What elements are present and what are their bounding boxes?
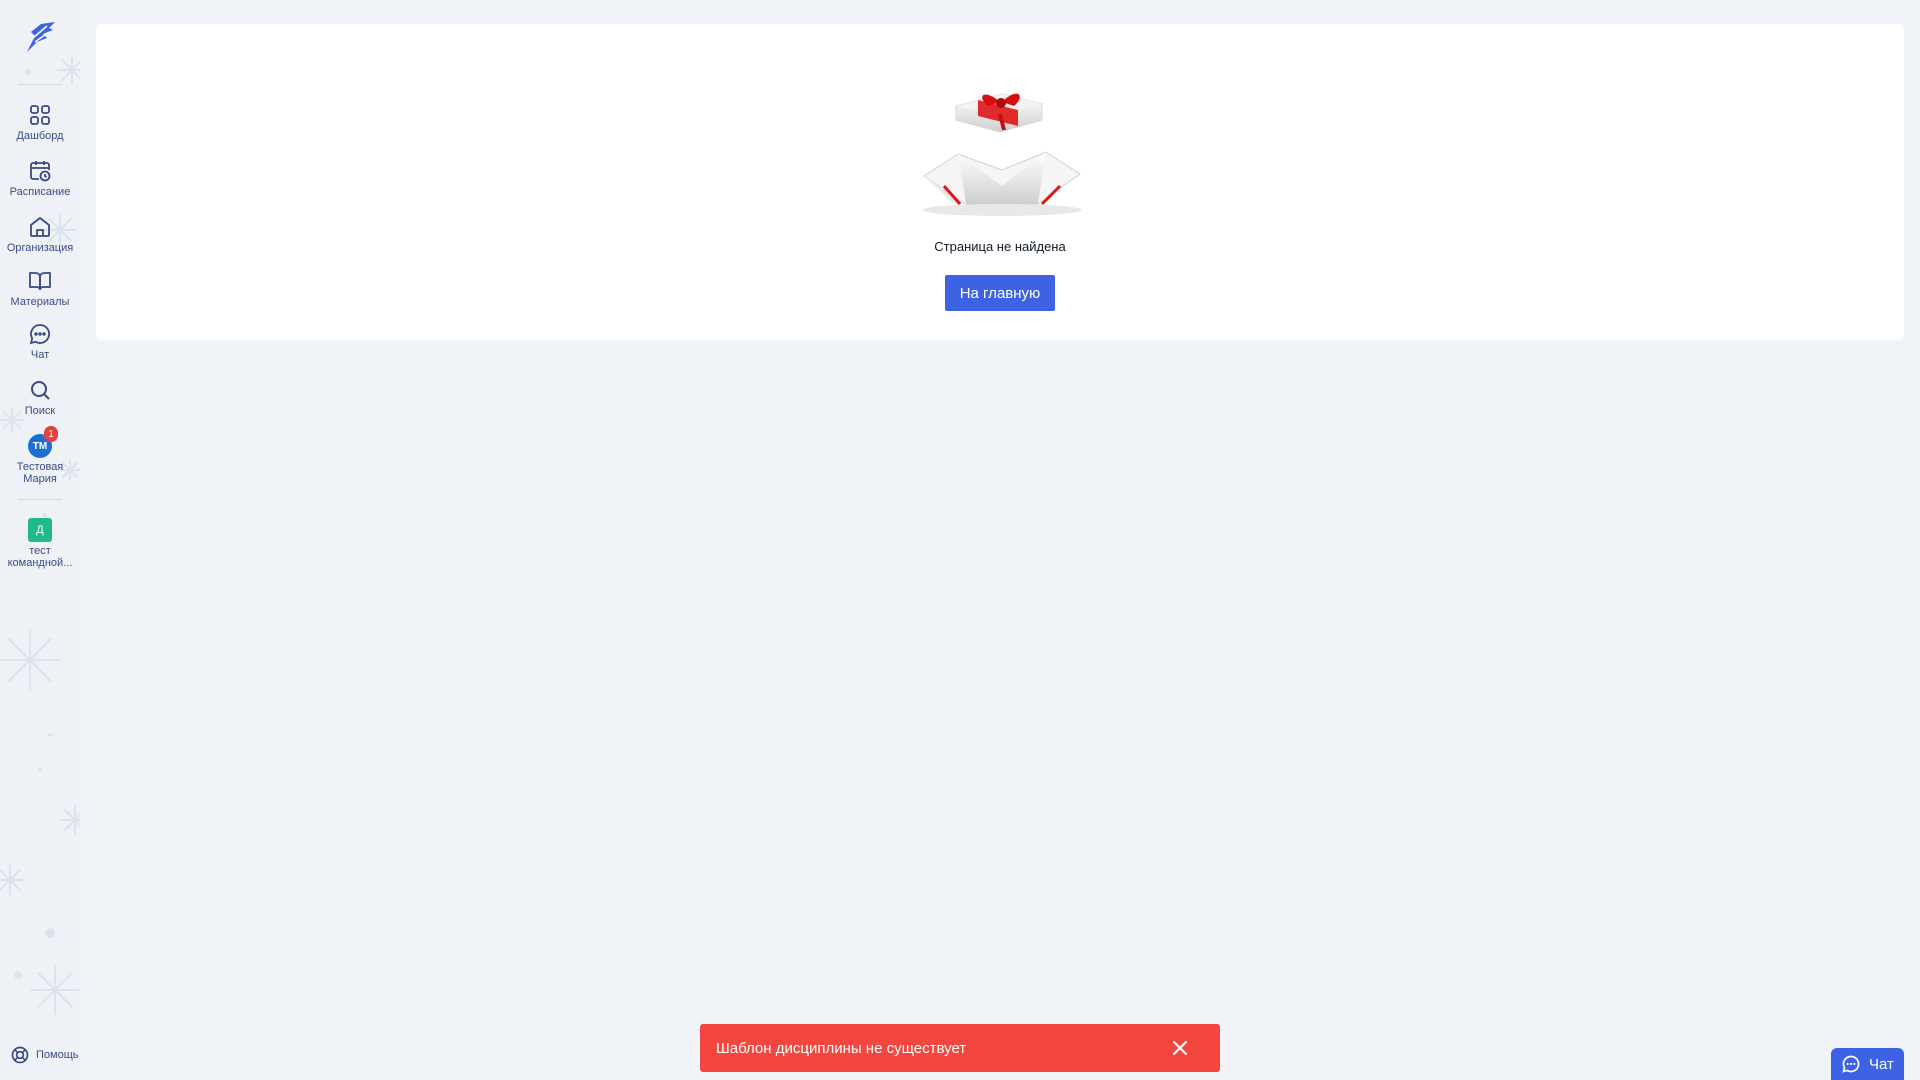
sidebar-item-team[interactable]: Д тест командной... xyxy=(0,518,80,569)
sidebar-item-materials[interactable]: Материалы xyxy=(0,269,80,308)
sidebar-item-label: Материалы xyxy=(10,296,70,308)
team-icon: Д xyxy=(28,518,52,542)
sidebar-item-label: Организация xyxy=(6,242,74,254)
sidebar-item-label: Чат xyxy=(30,349,50,361)
sidebar-item-chat[interactable]: Чат xyxy=(0,322,80,361)
sidebar: Дашборд Расписание Организация Материалы… xyxy=(0,0,80,1080)
sidebar-item-search[interactable]: Поиск xyxy=(0,378,80,417)
help-label: Помощь xyxy=(36,1049,79,1061)
help-link[interactable]: Помощь xyxy=(10,1045,79,1065)
sidebar-item-label: Дашборд xyxy=(16,130,64,142)
search-icon xyxy=(31,381,50,400)
chat-bubble-icon xyxy=(1842,1055,1860,1073)
dashboard-grid-icon xyxy=(30,105,50,125)
avatar-initials: ТМ xyxy=(32,440,48,452)
go-home-button[interactable]: На главную xyxy=(945,275,1055,311)
sidebar-divider xyxy=(18,499,62,500)
notification-badge: 1 xyxy=(44,426,58,442)
sidebar-divider xyxy=(18,84,62,85)
not-found-card: Страница не найдена На главную xyxy=(96,24,1904,340)
sidebar-item-dashboard[interactable]: Дашборд xyxy=(0,103,80,142)
close-icon[interactable] xyxy=(1156,1024,1204,1072)
team-name-line1: тест xyxy=(29,545,51,557)
app-logo-icon[interactable] xyxy=(21,18,59,56)
lifebuoy-icon xyxy=(11,1046,29,1064)
error-toast: Шаблон дисциплины не существует xyxy=(700,1024,1220,1072)
profile-name-line2: Мария xyxy=(23,473,57,485)
toast-message: Шаблон дисциплины не существует xyxy=(716,1039,967,1057)
open-gift-box-illustration xyxy=(922,93,1082,216)
avatar: ТМ 1 xyxy=(28,426,58,458)
home-icon xyxy=(30,216,50,237)
not-found-message: Страница не найдена xyxy=(934,239,1066,254)
sidebar-item-schedule[interactable]: Расписание xyxy=(0,159,80,198)
chat-bubble-icon xyxy=(29,324,50,345)
team-name-line2: командной... xyxy=(7,557,73,569)
profile-name-line1: Тестовая xyxy=(16,461,64,473)
sidebar-item-label: Расписание xyxy=(9,186,71,198)
sidebar-item-label: Поиск xyxy=(24,405,56,417)
sidebar-item-organization[interactable]: Организация xyxy=(0,215,80,254)
calendar-clock-icon xyxy=(30,161,51,182)
book-icon xyxy=(29,272,51,291)
chat-widget-label: Чат xyxy=(1869,1055,1894,1073)
chat-widget-button[interactable]: Чат xyxy=(1831,1048,1904,1080)
sidebar-item-profile[interactable]: ТМ 1 Тестовая Мария xyxy=(0,426,80,485)
